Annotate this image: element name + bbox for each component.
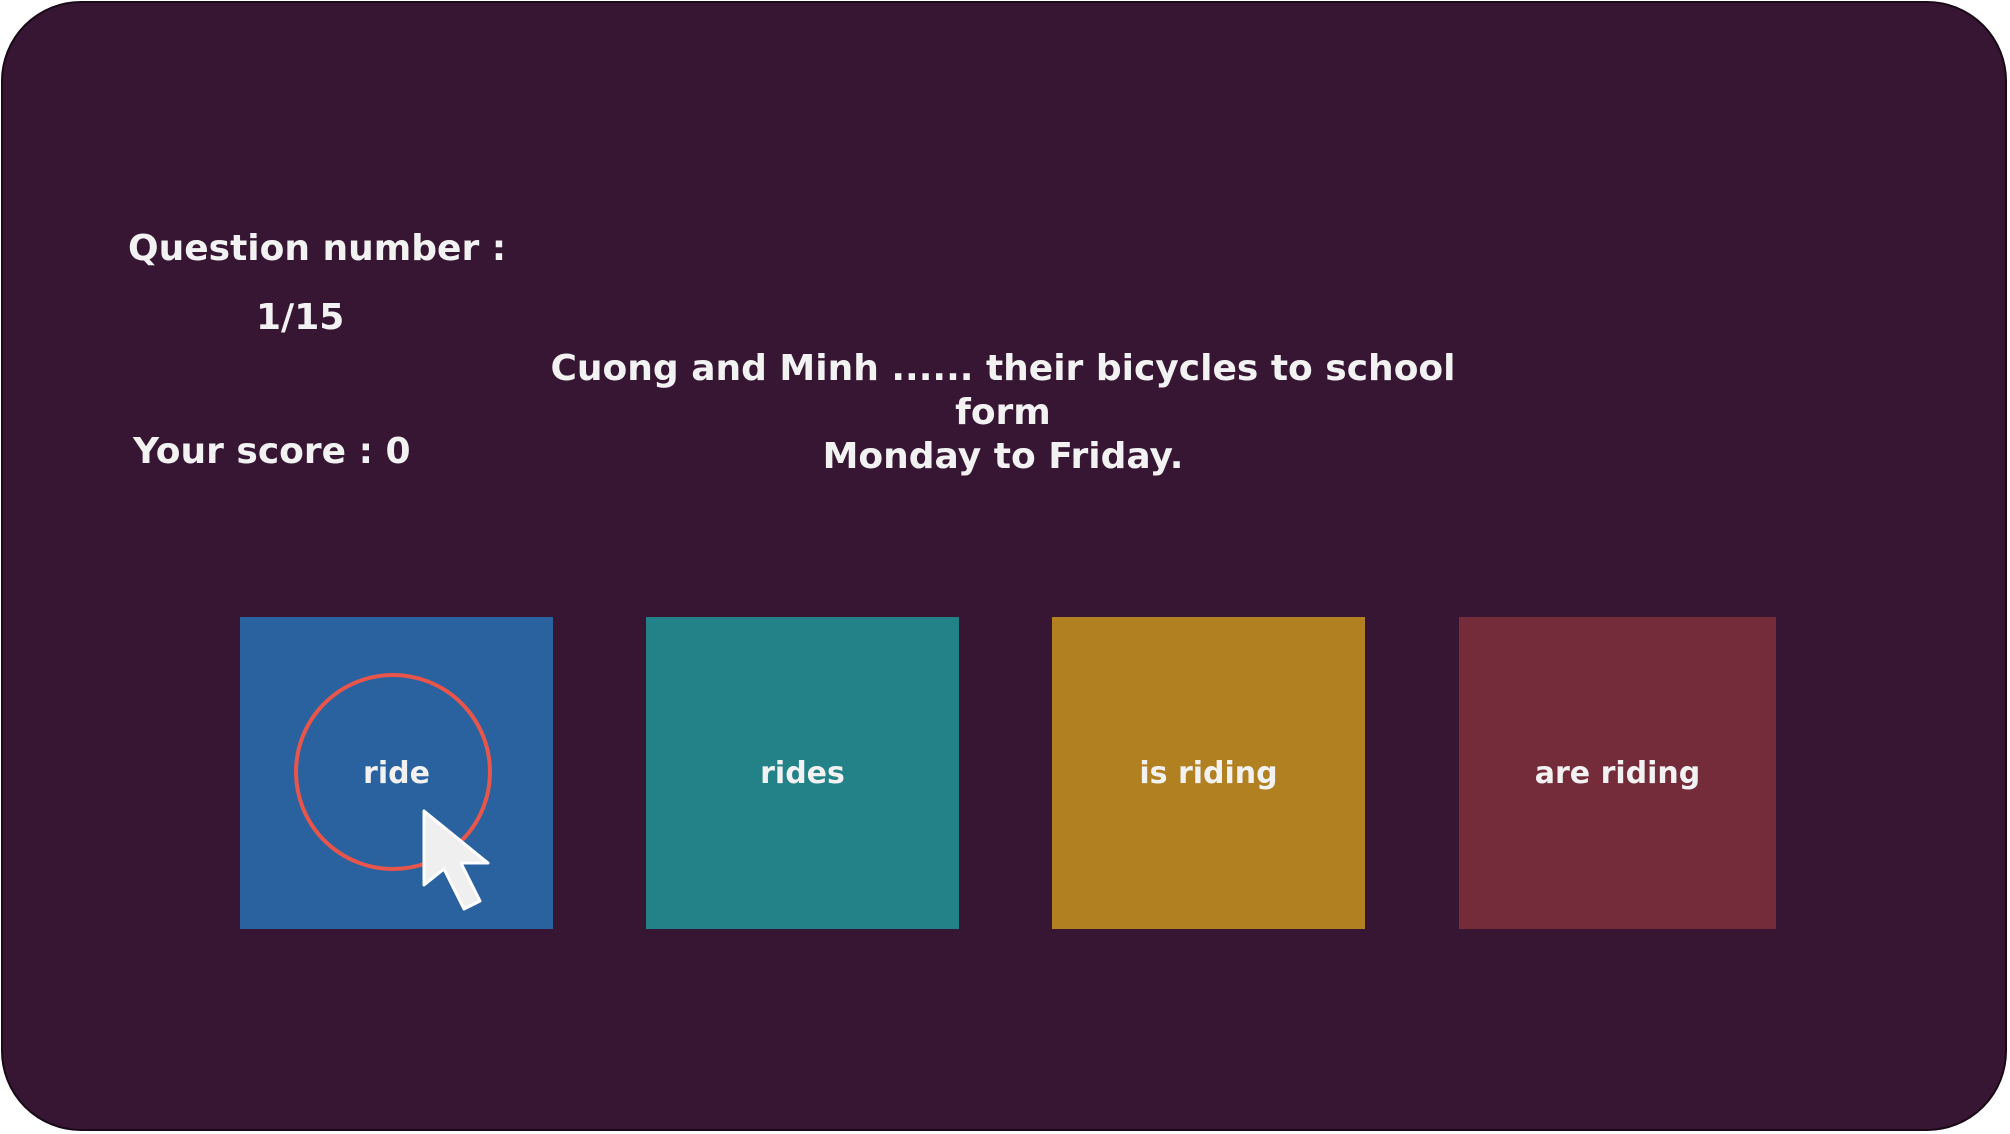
quiz-screen: Question number : 1/15 Your score : 0 Cu…	[1, 1, 2007, 1131]
answer-button-ride[interactable]: ride	[240, 617, 553, 929]
answer-button-is-riding[interactable]: is riding	[1052, 617, 1365, 929]
question-text: Cuong and Minh ...... their bicycles to …	[503, 347, 1503, 479]
answer-label: are riding	[1534, 755, 1701, 791]
question-number-value: 1/15	[256, 297, 345, 338]
answer-button-rides[interactable]: rides	[646, 617, 959, 929]
question-line-2: Monday to Friday.	[822, 436, 1184, 477]
answer-button-are-riding[interactable]: are riding	[1459, 617, 1776, 929]
mouse-pointer-icon	[422, 809, 490, 911]
answer-label: rides	[760, 755, 845, 791]
answer-label: ride	[363, 755, 430, 791]
answer-label: is riding	[1139, 755, 1278, 791]
question-number-label: Question number :	[128, 228, 507, 269]
score-display: Your score : 0	[133, 431, 411, 472]
question-line-1: Cuong and Minh ...... their bicycles to …	[550, 348, 1456, 433]
